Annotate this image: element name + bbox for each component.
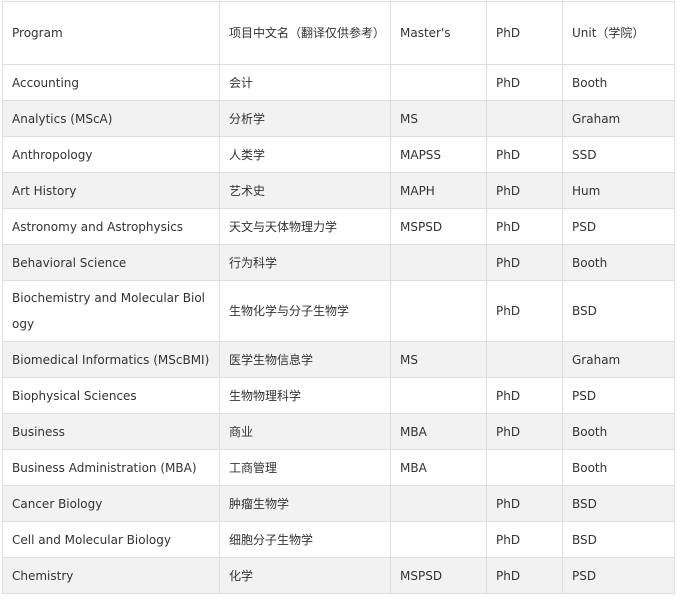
cell-masters: MAPH xyxy=(390,172,487,209)
cell-chinese-name: 医学生物信息学 xyxy=(219,341,391,378)
table-row: Biochemistry and Molecular Biology 生物化学与分… xyxy=(2,280,675,342)
cell-masters: MBA xyxy=(390,413,487,450)
cell-masters xyxy=(390,64,487,101)
cell-phd xyxy=(486,341,563,378)
table-row: Business Administration (MBA) 工商管理 MBA Boot… xyxy=(2,449,675,486)
cell-unit: Hum xyxy=(562,172,675,209)
cell-masters: MS xyxy=(390,100,487,137)
table-row: Analytics (MScA) 分析学 MS Graham xyxy=(2,100,675,137)
table-row: Anthropology 人类学 MAPSS PhD SSD xyxy=(2,136,675,173)
cell-chinese-name: 分析学 xyxy=(219,100,391,137)
cell-unit: BSD xyxy=(562,485,675,522)
cell-phd: PhD xyxy=(486,485,563,522)
cell-unit: Booth xyxy=(562,244,675,281)
cell-phd: PhD xyxy=(486,136,563,173)
cell-program: Anthropology xyxy=(2,136,220,173)
cell-phd: PhD xyxy=(486,377,563,414)
cell-masters xyxy=(390,244,487,281)
cell-unit: Graham xyxy=(562,100,675,137)
cell-masters: MSPSD xyxy=(390,208,487,245)
cell-masters: MAPSS xyxy=(390,136,487,173)
cell-program: Chemistry xyxy=(2,557,220,594)
cell-phd: PhD xyxy=(486,64,563,101)
cell-program: Astronomy and Astrophysics xyxy=(2,208,220,245)
cell-program: Art History xyxy=(2,172,220,209)
cell-chinese-name: 生物物理科学 xyxy=(219,377,391,414)
cell-chinese-name: 会计 xyxy=(219,64,391,101)
table-row: Biomedical Informatics (MScBMI) 医学生物信息学 MS… xyxy=(2,341,675,378)
table-row: Behavioral Science 行为科学 PhD Booth xyxy=(2,244,675,281)
cell-unit: BSD xyxy=(562,280,675,342)
header-chinese-name: 项目中文名（翻译仅供参考） xyxy=(219,1,391,65)
table-row: Biophysical Sciences 生物物理科学 PhD PSD xyxy=(2,377,675,414)
cell-phd: PhD xyxy=(486,244,563,281)
cell-unit: Booth xyxy=(562,64,675,101)
cell-masters: MS xyxy=(390,341,487,378)
programs-table: Program 项目中文名（翻译仅供参考） Master's PhD Unit（… xyxy=(2,1,675,594)
cell-masters xyxy=(390,521,487,558)
cell-chinese-name: 人类学 xyxy=(219,136,391,173)
cell-program: Accounting xyxy=(2,64,220,101)
cell-masters xyxy=(390,485,487,522)
cell-phd: PhD xyxy=(486,280,563,342)
header-program: Program xyxy=(2,1,220,65)
cell-unit: BSD xyxy=(562,521,675,558)
cell-unit: Booth xyxy=(562,449,675,486)
table-row: Cancer Biology 肿瘤生物学 PhD BSD xyxy=(2,485,675,522)
cell-program: Cell and Molecular Biology xyxy=(2,521,220,558)
table-row: Accounting 会计 PhD Booth xyxy=(2,64,675,101)
cell-phd: PhD xyxy=(486,172,563,209)
table-row: Chemistry 化学 MSPSD PhD PSD xyxy=(2,557,675,594)
table-header-row: Program 项目中文名（翻译仅供参考） Master's PhD Unit（… xyxy=(2,1,675,65)
cell-program: Behavioral Science xyxy=(2,244,220,281)
cell-chinese-name: 工商管理 xyxy=(219,449,391,486)
cell-unit: Booth xyxy=(562,413,675,450)
cell-chinese-name: 化学 xyxy=(219,557,391,594)
cell-masters xyxy=(390,377,487,414)
cell-masters: MBA xyxy=(390,449,487,486)
cell-program: Analytics (MScA) xyxy=(2,100,220,137)
cell-chinese-name: 天文与天体物理力学 xyxy=(219,208,391,245)
cell-masters xyxy=(390,280,487,342)
cell-unit: PSD xyxy=(562,377,675,414)
cell-program: Biophysical Sciences xyxy=(2,377,220,414)
cell-program: Biochemistry and Molecular Biology xyxy=(2,280,220,342)
cell-unit: PSD xyxy=(562,208,675,245)
table-row: Business 商业 MBA PhD Booth xyxy=(2,413,675,450)
header-masters: Master's xyxy=(390,1,487,65)
cell-masters: MSPSD xyxy=(390,557,487,594)
cell-phd: PhD xyxy=(486,208,563,245)
cell-phd: PhD xyxy=(486,413,563,450)
cell-chinese-name: 艺术史 xyxy=(219,172,391,209)
cell-phd xyxy=(486,100,563,137)
cell-phd: PhD xyxy=(486,521,563,558)
cell-unit: SSD xyxy=(562,136,675,173)
cell-unit: PSD xyxy=(562,557,675,594)
table-row: Cell and Molecular Biology 细胞分子生物学 PhD BSD xyxy=(2,521,675,558)
cell-program: Business Administration (MBA) xyxy=(2,449,220,486)
header-phd: PhD xyxy=(486,1,563,65)
cell-program: Biomedical Informatics (MScBMI) xyxy=(2,341,220,378)
cell-program: Business xyxy=(2,413,220,450)
cell-phd: PhD xyxy=(486,557,563,594)
table-row: Astronomy and Astrophysics 天文与天体物理力学 MSPSD… xyxy=(2,208,675,245)
cell-phd xyxy=(486,449,563,486)
cell-chinese-name: 生物化学与分子生物学 xyxy=(219,280,391,342)
cell-chinese-name: 行为科学 xyxy=(219,244,391,281)
table-row: Art History 艺术史 MAPH PhD Hum xyxy=(2,172,675,209)
header-unit: Unit（学院） xyxy=(562,1,675,65)
cell-program: Cancer Biology xyxy=(2,485,220,522)
cell-chinese-name: 商业 xyxy=(219,413,391,450)
cell-unit: Graham xyxy=(562,341,675,378)
cell-chinese-name: 细胞分子生物学 xyxy=(219,521,391,558)
cell-chinese-name: 肿瘤生物学 xyxy=(219,485,391,522)
